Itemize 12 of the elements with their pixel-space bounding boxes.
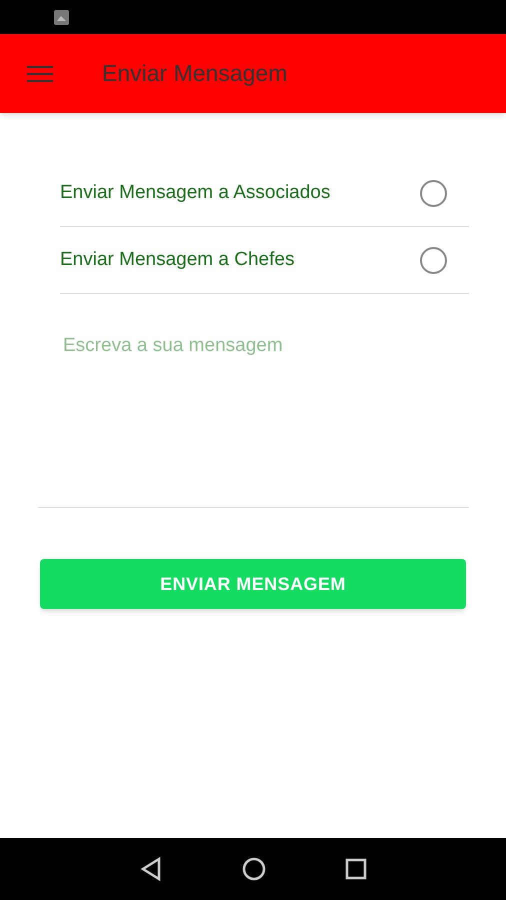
menu-icon[interactable] xyxy=(27,64,53,84)
send-button[interactable]: ENVIAR MENSAGEM xyxy=(40,559,466,609)
radio-button[interactable] xyxy=(420,246,447,274)
back-icon[interactable] xyxy=(139,857,164,881)
recents-icon[interactable] xyxy=(344,858,367,880)
message-field[interactable]: Escreva a sua mensagem xyxy=(63,332,469,360)
notification-icon xyxy=(54,10,69,24)
option-label: Enviar Mensagem a Associados xyxy=(60,180,330,205)
option-label: Enviar Mensagem a Chefes xyxy=(60,248,294,272)
home-icon[interactable] xyxy=(242,857,266,881)
radio-button[interactable] xyxy=(420,180,447,206)
app-bar-title: Enviar Mensagem xyxy=(102,59,288,88)
